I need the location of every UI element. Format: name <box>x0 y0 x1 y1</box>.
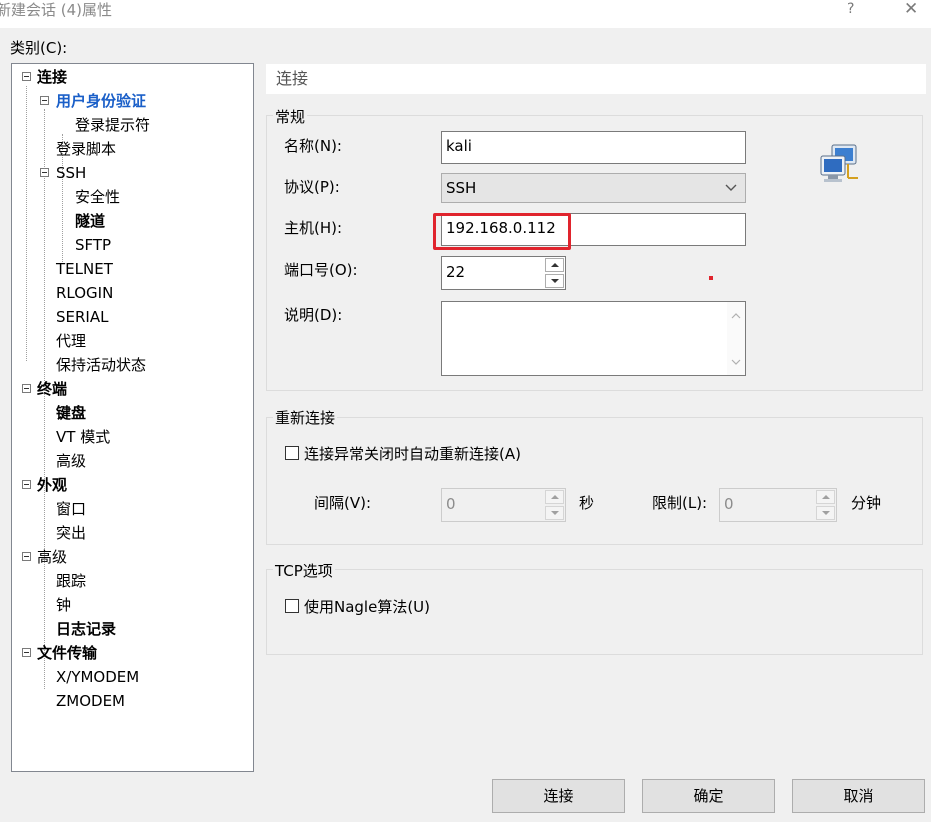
tree-item-trace[interactable]: 跟踪 <box>56 570 86 592</box>
tree-item-keyboard[interactable]: 键盘 <box>56 402 86 424</box>
interval-increment-button[interactable] <box>545 490 564 504</box>
red-mark <box>709 276 713 280</box>
close-button[interactable]: ✕ <box>904 0 918 18</box>
tree-item-tunneling[interactable]: 隧道 <box>75 210 105 232</box>
auto-reconnect-label[interactable]: 连接异常关闭时自动重新连接(A) <box>304 444 521 464</box>
interval-value: 0 <box>446 495 456 513</box>
tree-item-vt-mode[interactable]: VT 模式 <box>56 426 110 448</box>
tree-item-logging[interactable]: 日志记录 <box>56 618 116 640</box>
description-input[interactable] <box>441 301 746 376</box>
collapse-icon[interactable] <box>22 552 31 561</box>
network-computers-icon <box>820 144 858 182</box>
limit-decrement-button[interactable] <box>816 506 835 520</box>
tree-item-keep-alive[interactable]: 保持活动状态 <box>56 354 146 376</box>
collapse-icon[interactable] <box>40 168 49 177</box>
collapse-icon[interactable] <box>22 384 31 393</box>
scrollbar-arrows-icon <box>731 313 741 365</box>
interval-unit: 秒 <box>579 494 595 512</box>
window-title: 新建会话 (4)属性 <box>0 1 113 19</box>
tree-item-window[interactable]: 窗口 <box>56 498 86 520</box>
tree-item-appearance[interactable]: 外观 <box>37 474 67 496</box>
port-increment-button[interactable] <box>545 258 564 272</box>
tree-item-terminal[interactable]: 终端 <box>37 378 67 400</box>
collapse-icon[interactable] <box>22 648 31 657</box>
port-spinner[interactable]: 22 <box>441 256 566 290</box>
category-tree[interactable]: 连接 用户身份验证 登录提示符 登录脚本 SSH 安全性 隧道 SFTP TEL… <box>11 63 254 772</box>
port-decrement-button[interactable] <box>545 274 564 288</box>
host-highlight-box <box>433 213 571 250</box>
tree-item-bell[interactable]: 钟 <box>56 594 71 616</box>
collapse-icon[interactable] <box>22 480 31 489</box>
tree-item-user-auth[interactable]: 用户身份验证 <box>56 90 146 112</box>
description-label: 说明(D): <box>284 306 343 324</box>
arrow-up-icon <box>551 263 559 267</box>
port-value: 22 <box>446 263 466 281</box>
tree-item-advanced[interactable]: 高级 <box>37 546 67 568</box>
protocol-select[interactable]: SSH <box>441 173 746 203</box>
tree-item-proxy[interactable]: 代理 <box>56 330 86 352</box>
collapse-icon[interactable] <box>40 96 49 105</box>
arrow-up-icon <box>822 495 830 499</box>
tree-item-rlogin[interactable]: RLOGIN <box>56 282 113 304</box>
cancel-button[interactable]: 取消 <box>792 779 925 813</box>
title-bar: 新建会话 (4)属性 ? ✕ <box>0 0 931 28</box>
tcp-options-group-title: TCP选项 <box>273 561 335 581</box>
tree-item-zmodem[interactable]: ZMODEM <box>56 690 125 712</box>
panel-header-title: 连接 <box>276 69 309 88</box>
interval-spinner[interactable]: 0 <box>441 488 566 522</box>
name-label: 名称(N): <box>284 137 342 155</box>
arrow-down-icon <box>551 511 559 515</box>
protocol-label: 协议(P): <box>284 178 340 196</box>
category-label: 类别(C): <box>10 39 68 57</box>
name-input[interactable]: kali <box>441 131 746 164</box>
tree-item-xymodem[interactable]: X/YMODEM <box>56 666 139 688</box>
collapse-icon[interactable] <box>22 72 31 81</box>
tree-item-highlight[interactable]: 突出 <box>56 522 86 544</box>
tree-line <box>26 86 27 361</box>
tree-item-telnet[interactable]: TELNET <box>56 258 113 280</box>
limit-spinner[interactable]: 0 <box>719 488 837 522</box>
port-label: 端口号(O): <box>284 261 358 279</box>
tree-item-serial[interactable]: SERIAL <box>56 306 108 328</box>
tree-item-terminal-advanced[interactable]: 高级 <box>56 450 86 472</box>
general-group-title: 常规 <box>273 107 308 127</box>
ok-button[interactable]: 确定 <box>642 779 775 813</box>
interval-decrement-button[interactable] <box>545 506 564 520</box>
host-label: 主机(H): <box>284 219 343 237</box>
nagle-label[interactable]: 使用Nagle算法(U) <box>304 597 430 617</box>
limit-value: 0 <box>724 495 734 513</box>
reconnect-group <box>266 417 923 545</box>
arrow-down-icon <box>551 279 559 283</box>
help-button[interactable]: ? <box>847 0 854 18</box>
limit-increment-button[interactable] <box>816 490 835 504</box>
panel-header: 连接 <box>266 64 926 94</box>
auto-reconnect-checkbox[interactable] <box>285 446 299 460</box>
arrow-up-icon <box>551 495 559 499</box>
tree-item-connection[interactable]: 连接 <box>37 66 67 88</box>
nagle-checkbox[interactable] <box>285 599 299 613</box>
tree-item-ssh[interactable]: SSH <box>56 162 86 184</box>
limit-unit: 分钟 <box>851 494 882 512</box>
tree-item-sftp[interactable]: SFTP <box>75 234 111 256</box>
description-scrollbar[interactable] <box>727 302 745 375</box>
reconnect-group-title: 重新连接 <box>273 408 338 428</box>
chevron-down-icon <box>725 184 737 191</box>
protocol-select-value: SSH <box>446 179 477 197</box>
limit-label: 限制(L): <box>652 494 708 512</box>
connect-button[interactable]: 连接 <box>492 779 625 813</box>
tree-item-login-prompts[interactable]: 登录提示符 <box>75 114 150 136</box>
tree-item-file-transfer[interactable]: 文件传输 <box>37 642 97 664</box>
tree-item-login-scripts[interactable]: 登录脚本 <box>56 138 116 160</box>
name-input-value: kali <box>446 137 472 155</box>
arrow-down-icon <box>822 511 830 515</box>
interval-label: 间隔(V): <box>314 494 372 512</box>
tree-item-security[interactable]: 安全性 <box>75 186 120 208</box>
